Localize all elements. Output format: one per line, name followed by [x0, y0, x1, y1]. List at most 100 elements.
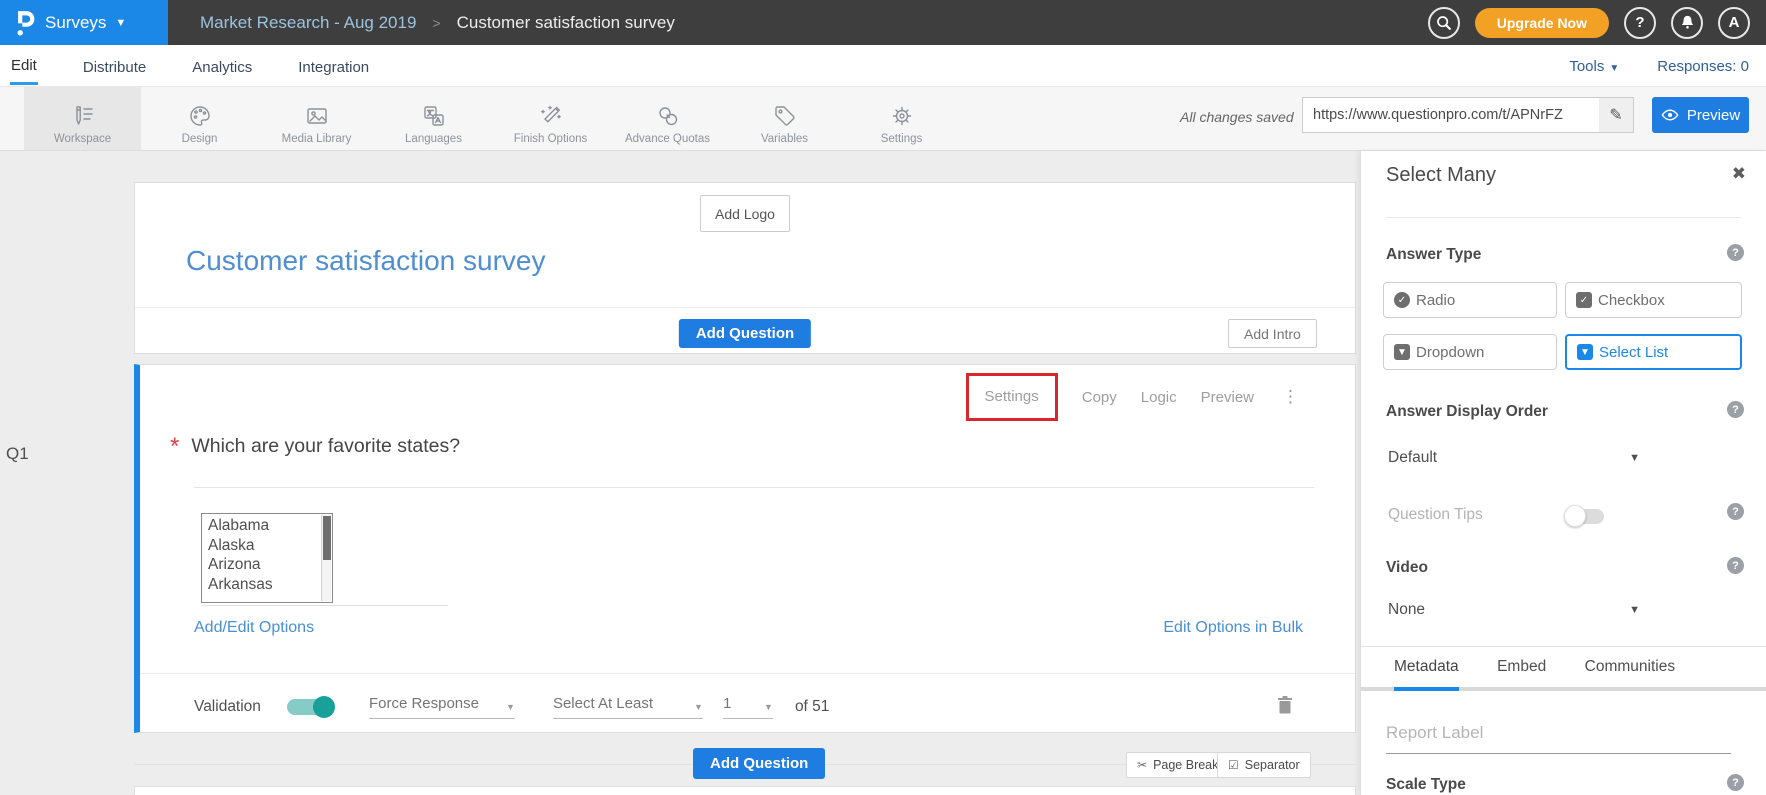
question-settings-link[interactable]: Settings — [985, 388, 1039, 405]
edit-url-button[interactable]: ✎ — [1599, 98, 1633, 132]
help-icon[interactable]: ? — [1727, 774, 1744, 791]
answer-type-radio[interactable]: ✓ Radio — [1383, 282, 1557, 318]
help-icon[interactable]: ? — [1727, 503, 1744, 520]
toolbar-item-label: Design — [182, 133, 218, 145]
account-avatar[interactable]: A — [1718, 7, 1750, 39]
pencil-icon: ✎ — [1609, 105, 1622, 125]
checkbox-check-icon: ✓ — [1576, 292, 1592, 308]
top-actions: Upgrade Now ? A — [1428, 0, 1750, 45]
chain-link-icon — [655, 103, 681, 129]
answer-display-order-dropdown[interactable]: Default ▼ — [1388, 449, 1640, 467]
report-label-input[interactable] — [1386, 719, 1731, 754]
translate-icon — [421, 103, 447, 129]
kebab-menu-icon[interactable]: ⋮ — [1282, 387, 1299, 407]
answer-type-label: Select List — [1599, 344, 1668, 361]
tab-edit[interactable]: Edit — [10, 47, 38, 85]
edit-options-in-bulk-link[interactable]: Edit Options in Bulk — [1163, 619, 1303, 637]
question-preview-link[interactable]: Preview — [1201, 389, 1254, 406]
toolbar-item-label: Workspace — [54, 133, 111, 145]
editor-toolbar: Workspace Design Media Library — [0, 87, 1766, 151]
list-option[interactable]: Alaska — [208, 536, 318, 556]
add-logo-button[interactable]: Add Logo — [700, 195, 790, 232]
separator-button[interactable]: ☑ Separator — [1217, 752, 1311, 778]
validation-count-dropdown[interactable]: 1 ▼ — [723, 695, 773, 719]
survey-title[interactable]: Customer satisfaction survey — [186, 245, 545, 277]
divider — [135, 307, 1355, 308]
tab-communities[interactable]: Communities — [1585, 658, 1675, 687]
toolbar-item-design[interactable]: Design — [141, 87, 258, 150]
tab-embed[interactable]: Embed — [1497, 658, 1546, 687]
toolbar-item-label: Finish Options — [514, 133, 588, 145]
nav-right: Tools▼ Responses: 0 — [1569, 45, 1749, 87]
toolbar-item-media-library[interactable]: Media Library — [258, 87, 375, 150]
add-question-button-top[interactable]: Add Question — [679, 319, 811, 348]
help-icon[interactable]: ? — [1727, 557, 1744, 574]
add-intro-button[interactable]: Add Intro — [1228, 319, 1317, 348]
question-tips-toggle[interactable] — [1566, 509, 1604, 524]
radio-check-icon: ✓ — [1394, 292, 1410, 308]
answer-type-dropdown[interactable]: ▼ Dropdown — [1383, 334, 1557, 370]
validation-condition-value: Select At Least — [553, 695, 653, 712]
gear-icon — [889, 103, 915, 129]
metadata-tabs: Metadata Embed Communities — [1361, 658, 1766, 691]
tab-metadata[interactable]: Metadata — [1394, 658, 1459, 691]
delete-question-button[interactable] — [1277, 695, 1293, 720]
question-copy-link[interactable]: Copy — [1082, 389, 1117, 406]
list-option[interactable]: Arkansas — [208, 575, 318, 595]
divider — [1386, 217, 1741, 218]
toolbar-item-label: Variables — [761, 133, 808, 145]
add-question-button-bottom[interactable]: Add Question — [693, 748, 825, 779]
question-text[interactable]: Which are your favorite states? — [191, 435, 460, 458]
answer-type-select-list[interactable]: ▼ Select List — [1565, 334, 1742, 370]
breadcrumb: Market Research - Aug 2019 > Customer sa… — [200, 0, 675, 45]
list-option[interactable]: Arizona — [208, 555, 318, 575]
video-dropdown[interactable]: None ▼ — [1388, 601, 1640, 619]
question-logic-link[interactable]: Logic — [1141, 389, 1177, 406]
question-mark-icon: ? — [1635, 14, 1644, 31]
toolbar-item-workspace[interactable]: Workspace — [24, 87, 141, 150]
upgrade-now-button[interactable]: Upgrade Now — [1475, 8, 1609, 38]
search-button[interactable] — [1428, 7, 1460, 39]
page-break-button[interactable]: ✂ Page Break — [1126, 752, 1229, 778]
dropdown-caret-icon: ▼ — [1577, 344, 1593, 360]
surveys-menu-label: Surveys — [45, 13, 106, 33]
toolbar-item-languages[interactable]: Languages — [375, 87, 492, 150]
validation-toggle[interactable] — [287, 699, 333, 715]
tab-analytics[interactable]: Analytics — [191, 49, 253, 84]
preview-button[interactable]: Preview — [1652, 97, 1749, 133]
tab-integration[interactable]: Integration — [297, 49, 370, 84]
add-edit-options-link[interactable]: Add/Edit Options — [194, 619, 314, 637]
toolbar-item-variables[interactable]: Variables — [726, 87, 843, 150]
notifications-button[interactable] — [1671, 7, 1703, 39]
tools-label: Tools — [1569, 58, 1604, 75]
workspace-icon — [70, 103, 96, 129]
toolbar-item-advance-quotas[interactable]: Advance Quotas — [609, 87, 726, 150]
toolbar-item-finish-options[interactable]: Finish Options — [492, 87, 609, 150]
responses-count: Responses: 0 — [1657, 58, 1749, 75]
surveys-menu[interactable]: Surveys ▼ — [0, 0, 168, 45]
tab-distribute[interactable]: Distribute — [82, 49, 147, 84]
validation-rule-dropdown[interactable]: Force Response ▼ — [369, 695, 515, 719]
toggle-knob — [1564, 505, 1586, 527]
scissors-icon: ✂ — [1137, 758, 1147, 772]
help-icon[interactable]: ? — [1727, 401, 1744, 418]
list-scrollbar-thumb[interactable] — [323, 516, 331, 560]
list-option[interactable]: Alabama — [208, 516, 318, 536]
separator-label: Separator — [1245, 758, 1300, 772]
answer-select-list[interactable]: Alabama Alaska Arizona Arkansas — [201, 513, 333, 603]
help-icon[interactable]: ? — [1727, 244, 1744, 261]
question-number-label: Q1 — [6, 444, 29, 464]
questionpro-survey-editor: Surveys ▼ Market Research - Aug 2019 > C… — [0, 0, 1766, 795]
validation-condition-dropdown[interactable]: Select At Least ▼ — [553, 695, 703, 719]
close-panel-button[interactable]: ✖ — [1732, 164, 1746, 184]
answer-type-heading: Answer Type — [1386, 246, 1481, 264]
breadcrumb-folder[interactable]: Market Research - Aug 2019 — [200, 13, 416, 33]
answer-type-checkbox[interactable]: ✓ Checkbox — [1565, 282, 1742, 318]
survey-url-input[interactable] — [1303, 107, 1599, 123]
tools-dropdown[interactable]: Tools▼ — [1569, 58, 1619, 75]
list-scrollbar[interactable] — [321, 515, 331, 601]
chevron-down-icon: ▼ — [506, 702, 515, 712]
close-icon: ✖ — [1732, 164, 1746, 183]
toolbar-item-settings[interactable]: Settings — [843, 87, 960, 150]
help-button[interactable]: ? — [1624, 7, 1656, 39]
